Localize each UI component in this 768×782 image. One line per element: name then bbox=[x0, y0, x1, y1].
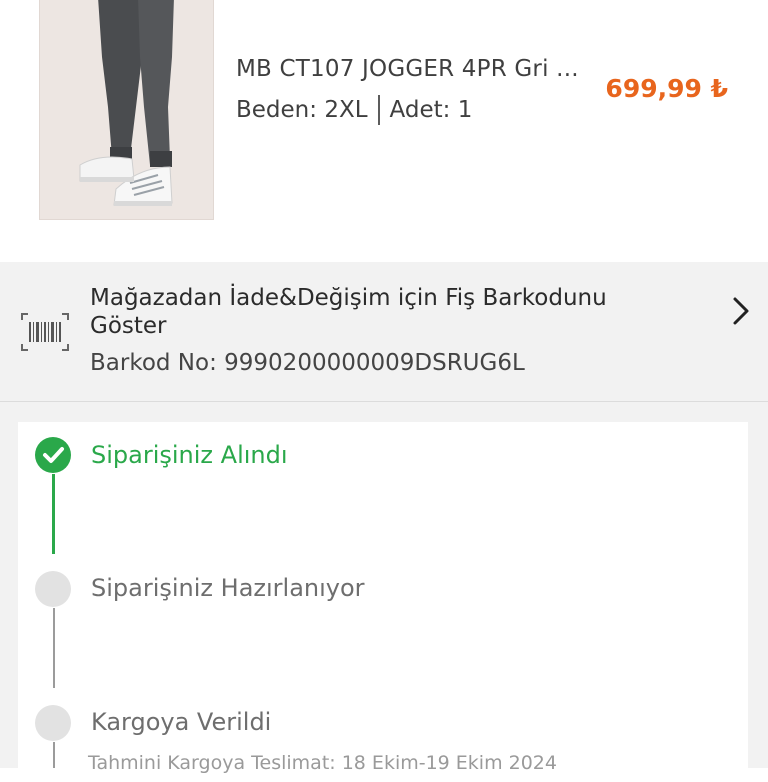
step-complete-check-icon bbox=[35, 437, 71, 473]
order-product-card[interactable]: MB CT107 JOGGER 4PR Gri ... Beden: 2XL A… bbox=[0, 0, 768, 262]
product-size: Beden: 2XL bbox=[236, 97, 368, 123]
step-connector bbox=[53, 742, 55, 768]
product-variant-info: Beden: 2XL Adet: 1 bbox=[236, 95, 472, 125]
barcode-banner-title: Mağazadan İade&Değişim için Fiş Barkodun… bbox=[90, 285, 607, 339]
step-label-received: Siparişiniz Alındı bbox=[91, 441, 288, 469]
product-image[interactable] bbox=[39, 0, 214, 220]
jogger-pants-illustration bbox=[40, 0, 213, 219]
step-label-shipped: Kargoya Verildi bbox=[91, 708, 272, 736]
store-return-barcode-banner[interactable]: Mağazadan İade&Değişim için Fiş Barkodun… bbox=[0, 262, 768, 402]
barcode-number: Barkod No: 9990200000009DSRUG6L bbox=[90, 350, 525, 376]
step-label-preparing: Siparişiniz Hazırlanıyor bbox=[91, 574, 365, 602]
estimated-delivery: Tahmini Kargoya Teslimat: 18 Ekim-19 Eki… bbox=[88, 752, 557, 774]
step-connector bbox=[52, 474, 55, 554]
meta-divider bbox=[377, 95, 380, 125]
chevron-right-icon[interactable] bbox=[726, 296, 756, 326]
step-pending-dot bbox=[35, 571, 71, 607]
step-connector bbox=[53, 608, 55, 688]
product-quantity: Adet: 1 bbox=[389, 97, 473, 123]
step-pending-dot bbox=[35, 705, 71, 741]
barcode-icon bbox=[20, 312, 70, 356]
product-name: MB CT107 JOGGER 4PR Gri ... bbox=[236, 56, 579, 82]
product-price: 699,99 ₺ bbox=[605, 74, 728, 103]
